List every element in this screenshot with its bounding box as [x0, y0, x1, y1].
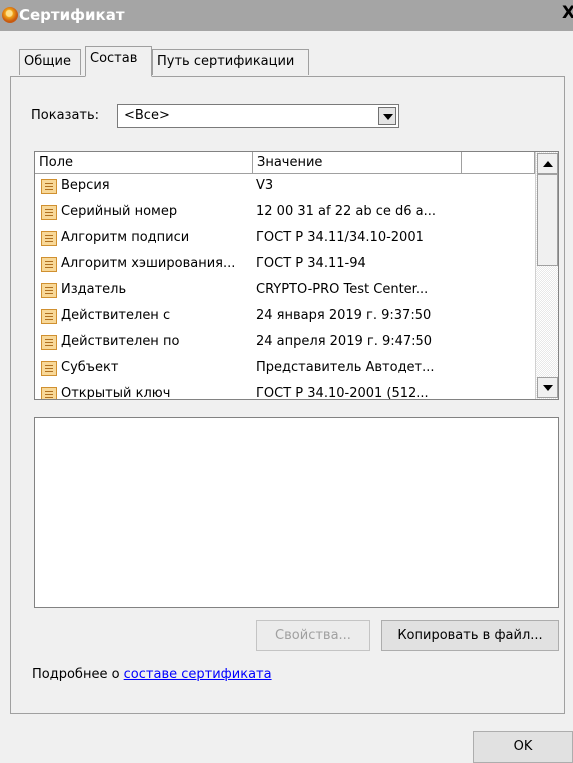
- field-icon: [41, 335, 57, 350]
- field-name: Открытый ключ: [61, 386, 171, 400]
- vertical-scrollbar[interactable]: [535, 152, 558, 399]
- table-row[interactable]: Алгоритм подписи ГОСТ Р 34.11/34.10-2001: [35, 226, 535, 252]
- field-icon: [41, 257, 57, 272]
- window-title: Сертификат: [19, 6, 125, 24]
- field-value: ГОСТ Р 34.10-2001 (512...: [256, 386, 429, 400]
- field-name: Действителен по: [61, 334, 180, 349]
- tab-details[interactable]: Состав: [85, 46, 152, 77]
- details-footer: Подробнее о составе сертификата: [32, 667, 272, 682]
- field-icon: [41, 231, 57, 246]
- ok-button[interactable]: OK: [473, 731, 573, 763]
- title-bar: Сертификат X: [0, 0, 573, 31]
- field-value: 24 апреля 2019 г. 9:47:50: [256, 334, 433, 349]
- chevron-down-icon[interactable]: [378, 107, 396, 125]
- table-row[interactable]: Действителен с 24 января 2019 г. 9:37:50: [35, 304, 535, 330]
- close-icon[interactable]: X: [562, 3, 573, 23]
- field-value: Представитель Автодет...: [256, 360, 435, 375]
- show-select[interactable]: <Все>: [117, 104, 399, 128]
- certificate-app-icon: [2, 7, 18, 23]
- field-icon: [41, 387, 57, 399]
- details-footer-text: Подробнее о: [32, 667, 124, 682]
- column-header-field[interactable]: Поле: [35, 152, 253, 174]
- table-row[interactable]: Алгоритм хэширования... ГОСТ Р 34.11-94: [35, 252, 535, 278]
- field-icon: [41, 309, 57, 324]
- field-detail-textbox[interactable]: [34, 417, 559, 608]
- copy-to-file-button[interactable]: Копировать в файл...: [381, 620, 559, 651]
- field-value: 24 января 2019 г. 9:37:50: [256, 308, 432, 323]
- field-name: Действителен с: [61, 308, 171, 323]
- field-icon: [41, 361, 57, 376]
- field-value: 12 00 31 af 22 ab ce d6 a...: [256, 204, 437, 219]
- field-value: V3: [256, 178, 274, 193]
- scroll-down-icon[interactable]: [537, 377, 558, 398]
- table-row[interactable]: Серийный номер 12 00 31 af 22 ab ce d6 a.…: [35, 200, 535, 226]
- column-header-value[interactable]: Значение: [253, 152, 462, 174]
- field-value: ГОСТ Р 34.11-94: [256, 256, 366, 271]
- field-name: Версия: [61, 178, 110, 193]
- field-name: Субъект: [61, 360, 119, 375]
- field-value: CRYPTO-PRO Test Center...: [256, 282, 429, 297]
- fields-table[interactable]: Поле Значение Версия V3 Серийный номер 12 …: [34, 151, 559, 400]
- scroll-thumb[interactable]: [537, 174, 558, 266]
- scroll-up-icon[interactable]: [537, 153, 558, 174]
- properties-button[interactable]: Свойства...: [256, 620, 370, 651]
- table-row[interactable]: Субъект Представитель Автодет...: [35, 356, 535, 382]
- field-name: Издатель: [61, 282, 127, 297]
- field-icon: [41, 283, 57, 298]
- tab-certification-path[interactable]: Путь сертификации: [152, 49, 309, 75]
- table-row[interactable]: Версия V3: [35, 174, 535, 200]
- field-name: Алгоритм подписи: [61, 230, 190, 245]
- field-name: Алгоритм хэширования...: [61, 256, 236, 271]
- field-icon: [41, 205, 57, 220]
- column-header-empty: [462, 152, 535, 174]
- field-value: ГОСТ Р 34.11/34.10-2001: [256, 230, 424, 245]
- certificate-details-link[interactable]: составе сертификата: [124, 667, 272, 682]
- tab-general[interactable]: Общие: [19, 49, 81, 75]
- table-row[interactable]: Издатель CRYPTO-PRO Test Center...: [35, 278, 535, 304]
- field-icon: [41, 179, 57, 194]
- table-row[interactable]: Действителен по 24 апреля 2019 г. 9:47:50: [35, 330, 535, 356]
- show-label: Показать:: [31, 108, 100, 123]
- field-name: Серийный номер: [61, 204, 178, 219]
- table-row[interactable]: Открытый ключ ГОСТ Р 34.10-2001 (512...: [35, 382, 535, 400]
- show-select-value: <Все>: [124, 108, 170, 123]
